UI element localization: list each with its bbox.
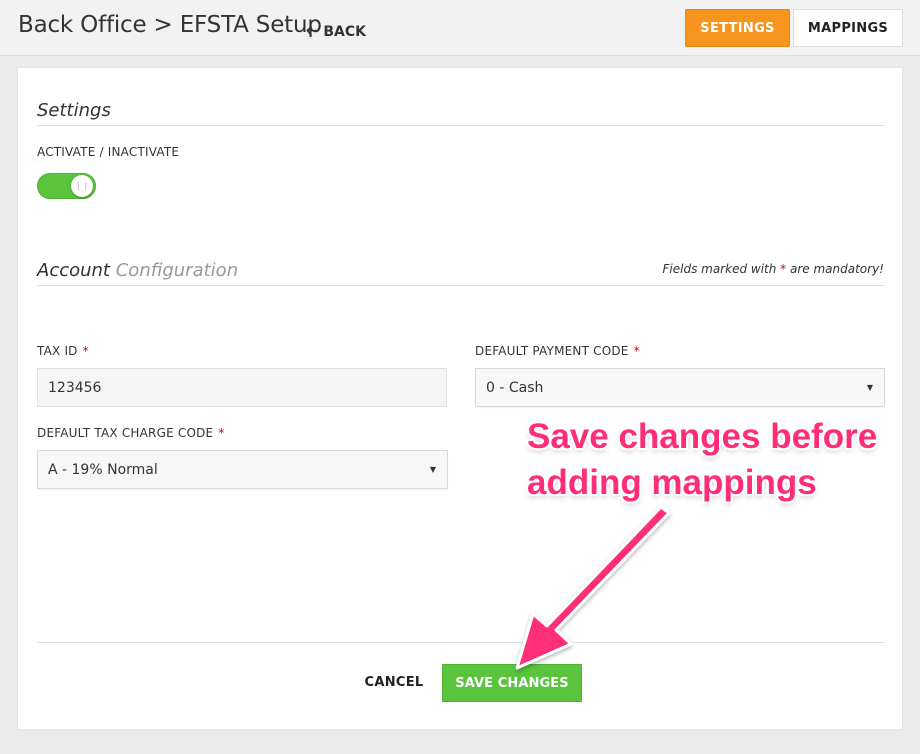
tax-id-value: 123456 [48,379,102,396]
annotation-line-1: Save changes before [527,417,878,456]
payment-code-select[interactable]: 0 - Cash ▼ [475,368,885,407]
activate-label: ACTIVATE / INACTIVATE [37,145,180,159]
tab-mappings[interactable]: MAPPINGS [793,9,903,47]
mandatory-suffix: are mandatory! [790,262,884,276]
account-divider [37,285,885,286]
tax-charge-code-value: A - 19% Normal [48,461,158,478]
tax-id-input[interactable]: 123456 [37,368,447,407]
required-mark: * [218,426,225,440]
settings-heading: Settings [37,100,111,121]
account-heading-main: Account [37,260,110,281]
payment-code-value: 0 - Cash [486,379,544,396]
tax-charge-code-select[interactable]: A - 19% Normal ▼ [37,450,448,489]
activate-toggle[interactable] [37,173,96,199]
mandatory-note: Fields marked with * are mandatory! [663,262,885,276]
required-mark: * [633,344,640,358]
tax-charge-code-label-text: DEFAULT TAX CHARGE CODE [37,426,214,440]
toggle-knob [71,175,93,197]
mandatory-prefix: Fields marked with [662,262,777,276]
settings-divider [37,125,885,126]
tab-settings[interactable]: SETTINGS [685,9,790,47]
back-button[interactable]: 🡠 BACK [306,20,366,44]
required-mark: * [82,344,89,358]
back-label: BACK [323,24,366,40]
tax-id-label: TAX ID * [37,344,89,358]
left-arrow-icon: 🡠 [306,23,318,39]
payment-code-label: DEFAULT PAYMENT CODE * [475,344,640,358]
page-title: Back Office > EFSTA Setup [18,12,322,38]
top-header: Back Office > EFSTA Setup 🡠 BACK SETTING… [0,0,920,56]
caret-down-icon: ▼ [429,465,436,474]
annotation-text: Save changes before adding mappings [527,414,907,506]
save-changes-button[interactable]: SAVE CHANGES [442,664,582,702]
account-heading: Account Configuration [37,260,238,281]
payment-code-label-text: DEFAULT PAYMENT CODE [475,344,629,358]
settings-card: Settings ACTIVATE / INACTIVATE Account C… [17,67,903,730]
mandatory-star: * [780,262,787,276]
cancel-button[interactable]: CANCEL [356,666,432,698]
footer-divider [37,642,885,643]
caret-down-icon: ▼ [866,383,873,392]
annotation-line-2: adding mappings [527,463,817,502]
tax-id-label-text: TAX ID [37,344,78,358]
account-heading-sub: Configuration [115,260,239,281]
tax-charge-code-label: DEFAULT TAX CHARGE CODE * [37,426,225,440]
